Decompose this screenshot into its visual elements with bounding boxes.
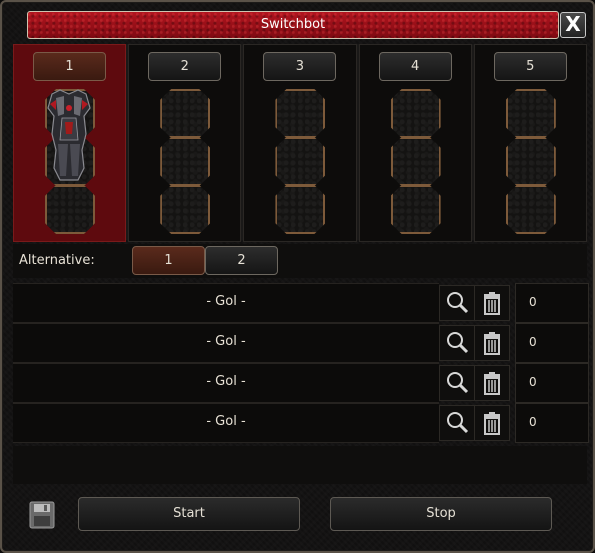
goal-label: - Gol - xyxy=(206,374,246,389)
slot-tab-4[interactable]: 4 xyxy=(378,52,452,81)
delete-button[interactable] xyxy=(474,325,510,361)
slot-column-4: 4 xyxy=(358,44,472,242)
slot-tab-3[interactable]: 3 xyxy=(263,52,337,81)
goal-field[interactable]: - Gol - xyxy=(13,323,439,363)
alternative-tab-1[interactable]: 1 xyxy=(132,246,205,275)
trash-icon xyxy=(484,332,500,355)
delete-button[interactable] xyxy=(474,405,510,441)
close-button[interactable]: X xyxy=(560,12,586,38)
goal-value: 0 xyxy=(529,295,537,309)
slot-tab-1[interactable]: 1 xyxy=(33,52,106,81)
item-cell[interactable] xyxy=(275,137,326,186)
search-button[interactable] xyxy=(439,405,475,441)
goal-value-field[interactable]: 0 xyxy=(515,403,589,443)
goal-field[interactable]: - Gol - xyxy=(13,283,439,323)
goal-row: - Gol - 0 xyxy=(13,403,589,443)
start-button[interactable]: Start xyxy=(78,497,300,531)
goal-label: - Gol - xyxy=(206,334,246,349)
goal-field[interactable]: - Gol - xyxy=(13,363,439,403)
search-icon xyxy=(447,332,469,354)
goal-field[interactable]: - Gol - xyxy=(13,403,439,443)
search-button[interactable] xyxy=(439,285,475,321)
armor-item-icon[interactable] xyxy=(44,88,94,182)
alternative-label: Alternative: xyxy=(19,253,95,268)
search-button[interactable] xyxy=(439,325,475,361)
slot-column-5: 5 xyxy=(473,44,588,242)
goal-value-field[interactable]: 0 xyxy=(515,363,589,403)
item-cell[interactable] xyxy=(45,185,95,234)
close-icon: X xyxy=(565,12,581,36)
trash-icon xyxy=(484,372,500,395)
item-cell[interactable] xyxy=(390,137,441,186)
item-cell[interactable] xyxy=(275,185,326,234)
trash-icon xyxy=(484,412,500,435)
search-button[interactable] xyxy=(439,365,475,401)
search-icon xyxy=(447,372,469,394)
item-cell[interactable] xyxy=(505,185,556,234)
delete-button[interactable] xyxy=(474,365,510,401)
search-icon xyxy=(447,412,469,434)
item-cell[interactable] xyxy=(160,137,211,186)
empty-panel xyxy=(13,446,587,484)
goal-label: - Gol - xyxy=(206,414,246,429)
item-cell[interactable] xyxy=(390,185,441,234)
switchbot-window: Switchbot X 1 2 3 4 5 Alternative: 1 2 -… xyxy=(0,0,595,553)
footer-bar: Start Stop xyxy=(13,490,587,540)
slot-column-1: 1 xyxy=(13,44,127,242)
alternative-tab-2[interactable]: 2 xyxy=(205,246,278,275)
window-title: Switchbot xyxy=(27,11,559,39)
item-cell[interactable] xyxy=(160,185,211,234)
slot-tab-5[interactable]: 5 xyxy=(493,52,567,81)
goal-value-field[interactable]: 0 xyxy=(515,323,589,363)
item-cell[interactable] xyxy=(505,89,556,138)
floppy-disk-icon[interactable] xyxy=(29,501,55,529)
item-cell[interactable] xyxy=(390,89,441,138)
goal-row: - Gol - 0 xyxy=(13,363,589,403)
goal-row: - Gol - 0 xyxy=(13,323,589,363)
item-cell[interactable] xyxy=(275,89,326,138)
trash-icon xyxy=(484,292,500,315)
slot-tab-2[interactable]: 2 xyxy=(148,52,222,81)
goal-label: - Gol - xyxy=(206,294,246,309)
stop-button[interactable]: Stop xyxy=(330,497,552,531)
delete-button[interactable] xyxy=(474,285,510,321)
item-cell[interactable] xyxy=(160,89,211,138)
slot-column-2: 2 xyxy=(128,44,242,242)
slot-column-3: 3 xyxy=(243,44,357,242)
item-cell[interactable] xyxy=(505,137,556,186)
search-icon xyxy=(447,292,469,314)
goal-value: 0 xyxy=(529,415,537,429)
goal-value-field[interactable]: 0 xyxy=(515,283,589,323)
goal-value: 0 xyxy=(529,375,537,389)
goal-value: 0 xyxy=(529,335,537,349)
goal-row: - Gol - 0 xyxy=(13,283,589,323)
alternative-row: Alternative: 1 2 xyxy=(13,244,587,278)
slot-panel: 1 2 3 4 5 xyxy=(13,44,588,242)
